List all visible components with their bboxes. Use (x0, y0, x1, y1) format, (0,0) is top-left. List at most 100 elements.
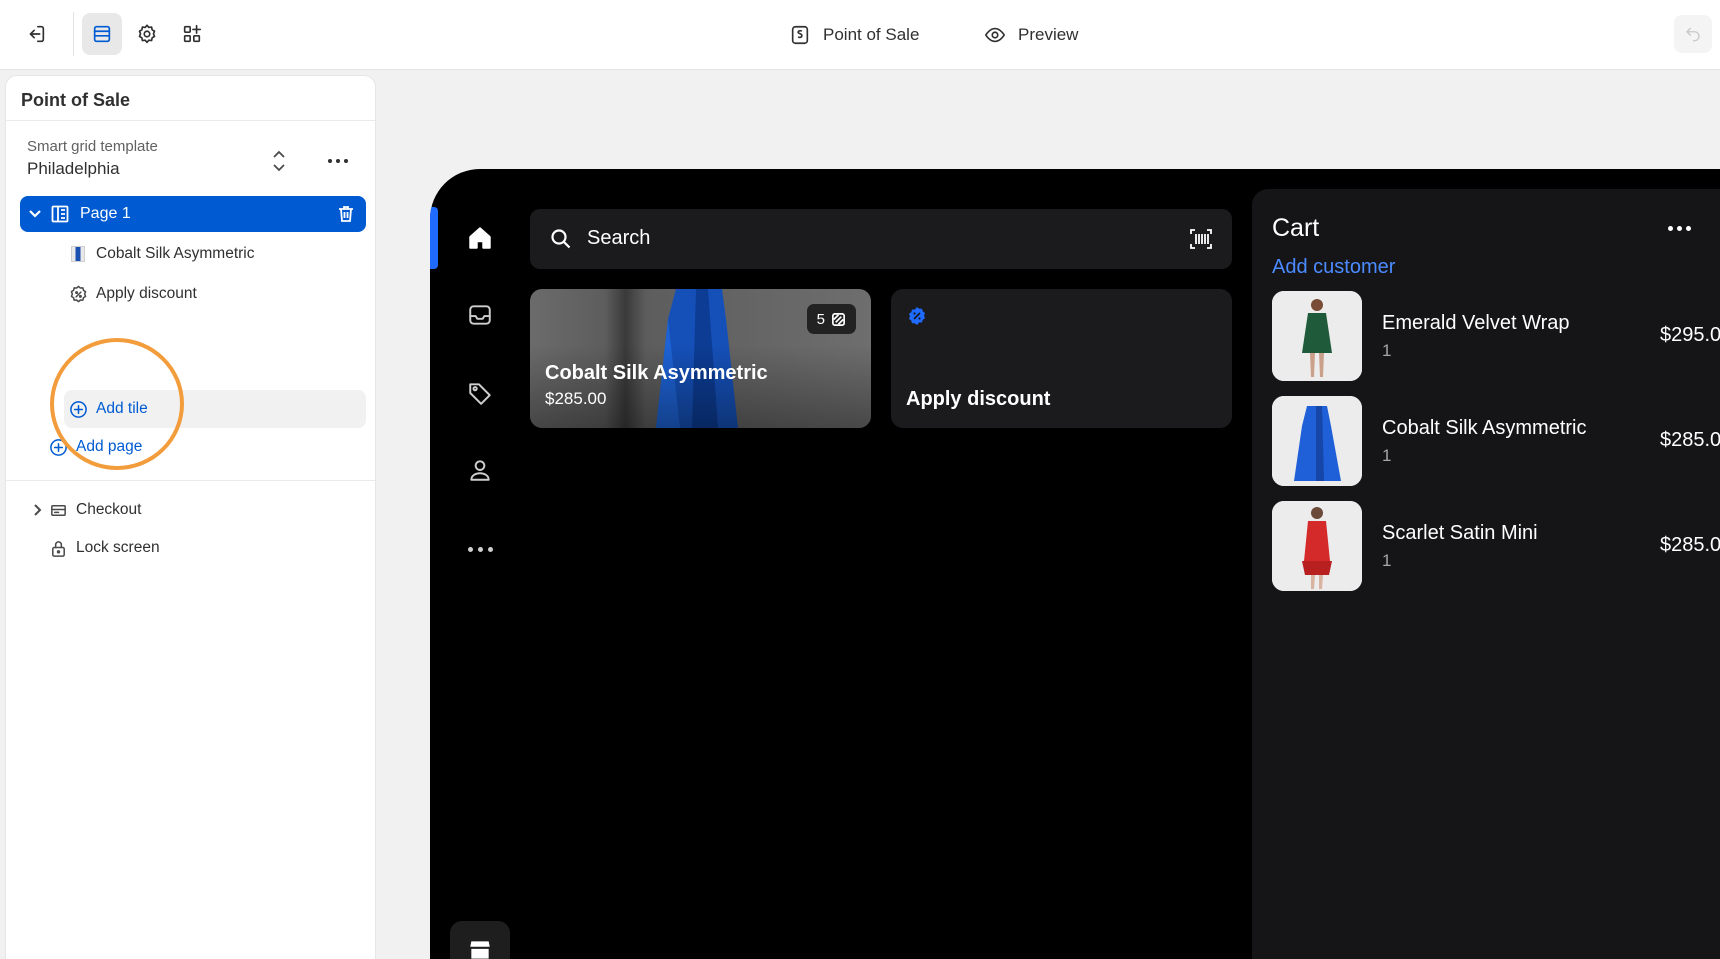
shopify-bag-icon (791, 25, 809, 45)
cart-item-name: Scarlet Satin Mini (1382, 522, 1538, 544)
nav-orders[interactable] (466, 301, 494, 329)
cart-panel: Cart Add customer Emerald Velvet Wrap 1 … (1252, 189, 1720, 959)
cart-item-name: Cobalt Silk Asymmetric (1382, 417, 1587, 439)
more-dot (344, 159, 348, 163)
cart-item-image (1272, 291, 1362, 381)
page-1-row[interactable]: Page 1 (20, 196, 366, 232)
variants-icon (832, 312, 845, 326)
cart-item-name: Emerald Velvet Wrap (1382, 312, 1570, 334)
cart-item-price: $295.0 (1660, 324, 1720, 346)
product-tile-name: Cobalt Silk Asymmetric (545, 362, 768, 384)
product-tile[interactable]: 5 Cobalt Silk Asymmetric $285.00 (530, 289, 871, 428)
cart-item-qty: 1 (1382, 551, 1392, 570)
discount-badge-icon (70, 285, 86, 302)
discount-tile[interactable]: Apply discount (891, 289, 1232, 428)
plus-circle-icon (49, 438, 67, 456)
exit-button[interactable] (16, 13, 56, 55)
tile-item-discount[interactable]: Apply discount (68, 279, 197, 309)
page-layout-icon (51, 205, 69, 223)
nav-more[interactable] (468, 547, 493, 552)
variant-count: 5 (816, 310, 825, 328)
inbox-icon (469, 305, 491, 325)
nav-customers[interactable] (466, 456, 494, 484)
product-tile-price: $285.00 (545, 389, 607, 408)
checkout-item[interactable]: Checkout (48, 495, 141, 525)
more-dot (1677, 226, 1682, 231)
active-nav-indicator (430, 207, 438, 269)
page-label: Page 1 (80, 205, 131, 222)
gear-icon (138, 24, 156, 44)
template-value: Philadelphia (27, 159, 120, 178)
tag-icon (469, 383, 491, 405)
preview-label: Preview (1018, 25, 1079, 44)
cart-item-price: $285.0 (1660, 534, 1720, 556)
lock-screen-item[interactable]: Lock screen (48, 533, 160, 563)
layout-sections-icon (93, 25, 111, 43)
more-dot (1668, 226, 1673, 231)
cart-title: Cart (1272, 214, 1320, 242)
nav-home[interactable] (466, 224, 494, 252)
template-select-button[interactable] (268, 148, 290, 174)
plus-circle-icon (69, 400, 87, 418)
template-label: Smart grid template (27, 138, 158, 155)
tile-item-label: Cobalt Silk Asymmetric (96, 245, 255, 262)
discount-badge-icon (909, 307, 925, 325)
divider (6, 480, 375, 481)
barcode-scan-icon[interactable] (1189, 228, 1213, 250)
cart-item-price: $285.0 (1660, 429, 1720, 451)
settings-button[interactable] (127, 13, 167, 55)
more-dot (328, 159, 332, 163)
product-thumbnail-icon (68, 244, 88, 264)
add-tile-button[interactable]: Add tile (68, 394, 148, 424)
cart-item-qty: 1 (1382, 341, 1392, 360)
more-dot (478, 547, 483, 552)
add-tile-label: Add tile (96, 400, 148, 417)
search-placeholder: Search (587, 227, 651, 249)
person-icon (470, 460, 490, 481)
select-arrows-icon (273, 150, 285, 172)
trash-icon[interactable] (336, 204, 356, 224)
chevron-right-icon[interactable] (30, 503, 44, 517)
pos-preview-device: Search 5 Cobalt Silk Asymmetric $285.00 … (430, 169, 1720, 959)
apps-button[interactable] (172, 13, 212, 55)
tile-item-product[interactable]: Cobalt Silk Asymmetric (68, 239, 254, 269)
tile-item-label: Apply discount (96, 285, 197, 302)
add-page-button[interactable]: Add page (48, 432, 142, 462)
editor-panel: Point of Sale Smart grid template Philad… (5, 75, 376, 959)
pos-channel-selector[interactable]: Point of Sale (789, 22, 919, 48)
nav-store-button[interactable] (450, 921, 510, 959)
template-more-button[interactable] (328, 152, 354, 170)
panel-title: Point of Sale (21, 90, 131, 110)
eye-icon (984, 27, 1006, 43)
checkout-icon (50, 504, 66, 516)
discount-tile-name: Apply discount (906, 388, 1051, 410)
variant-count-badge: 5 (806, 304, 856, 334)
cart-item-image (1272, 396, 1362, 486)
more-dot (1686, 226, 1691, 231)
divider (6, 120, 375, 121)
checkout-label: Checkout (76, 501, 142, 518)
undo-button[interactable] (1674, 15, 1712, 53)
lock-icon (51, 540, 65, 557)
preview-button[interactable]: Preview (984, 22, 1078, 48)
add-page-label: Add page (76, 438, 143, 455)
cart-line-item[interactable]: Emerald Velvet Wrap 1 $295.0 (1272, 291, 1720, 381)
cart-item-image (1272, 501, 1362, 591)
sections-button[interactable] (82, 13, 122, 55)
home-icon (469, 227, 491, 249)
cart-line-item[interactable]: Scarlet Satin Mini 1 $285.0 (1272, 501, 1720, 591)
search-bar[interactable]: Search (530, 209, 1232, 269)
more-dot (468, 547, 473, 552)
lock-screen-label: Lock screen (76, 539, 160, 556)
exit-icon (29, 25, 45, 43)
nav-products[interactable] (466, 379, 494, 407)
cart-line-item[interactable]: Cobalt Silk Asymmetric 1 $285.0 (1272, 396, 1720, 486)
pos-channel-title: Point of Sale (823, 25, 920, 44)
chevron-down-icon[interactable] (28, 207, 42, 221)
cart-item-qty: 1 (1382, 446, 1392, 465)
search-icon (551, 229, 571, 249)
add-customer-link[interactable]: Add customer (1272, 256, 1395, 279)
store-icon (470, 941, 490, 959)
cart-more-button[interactable] (1668, 226, 1691, 231)
undo-icon (1686, 27, 1700, 42)
